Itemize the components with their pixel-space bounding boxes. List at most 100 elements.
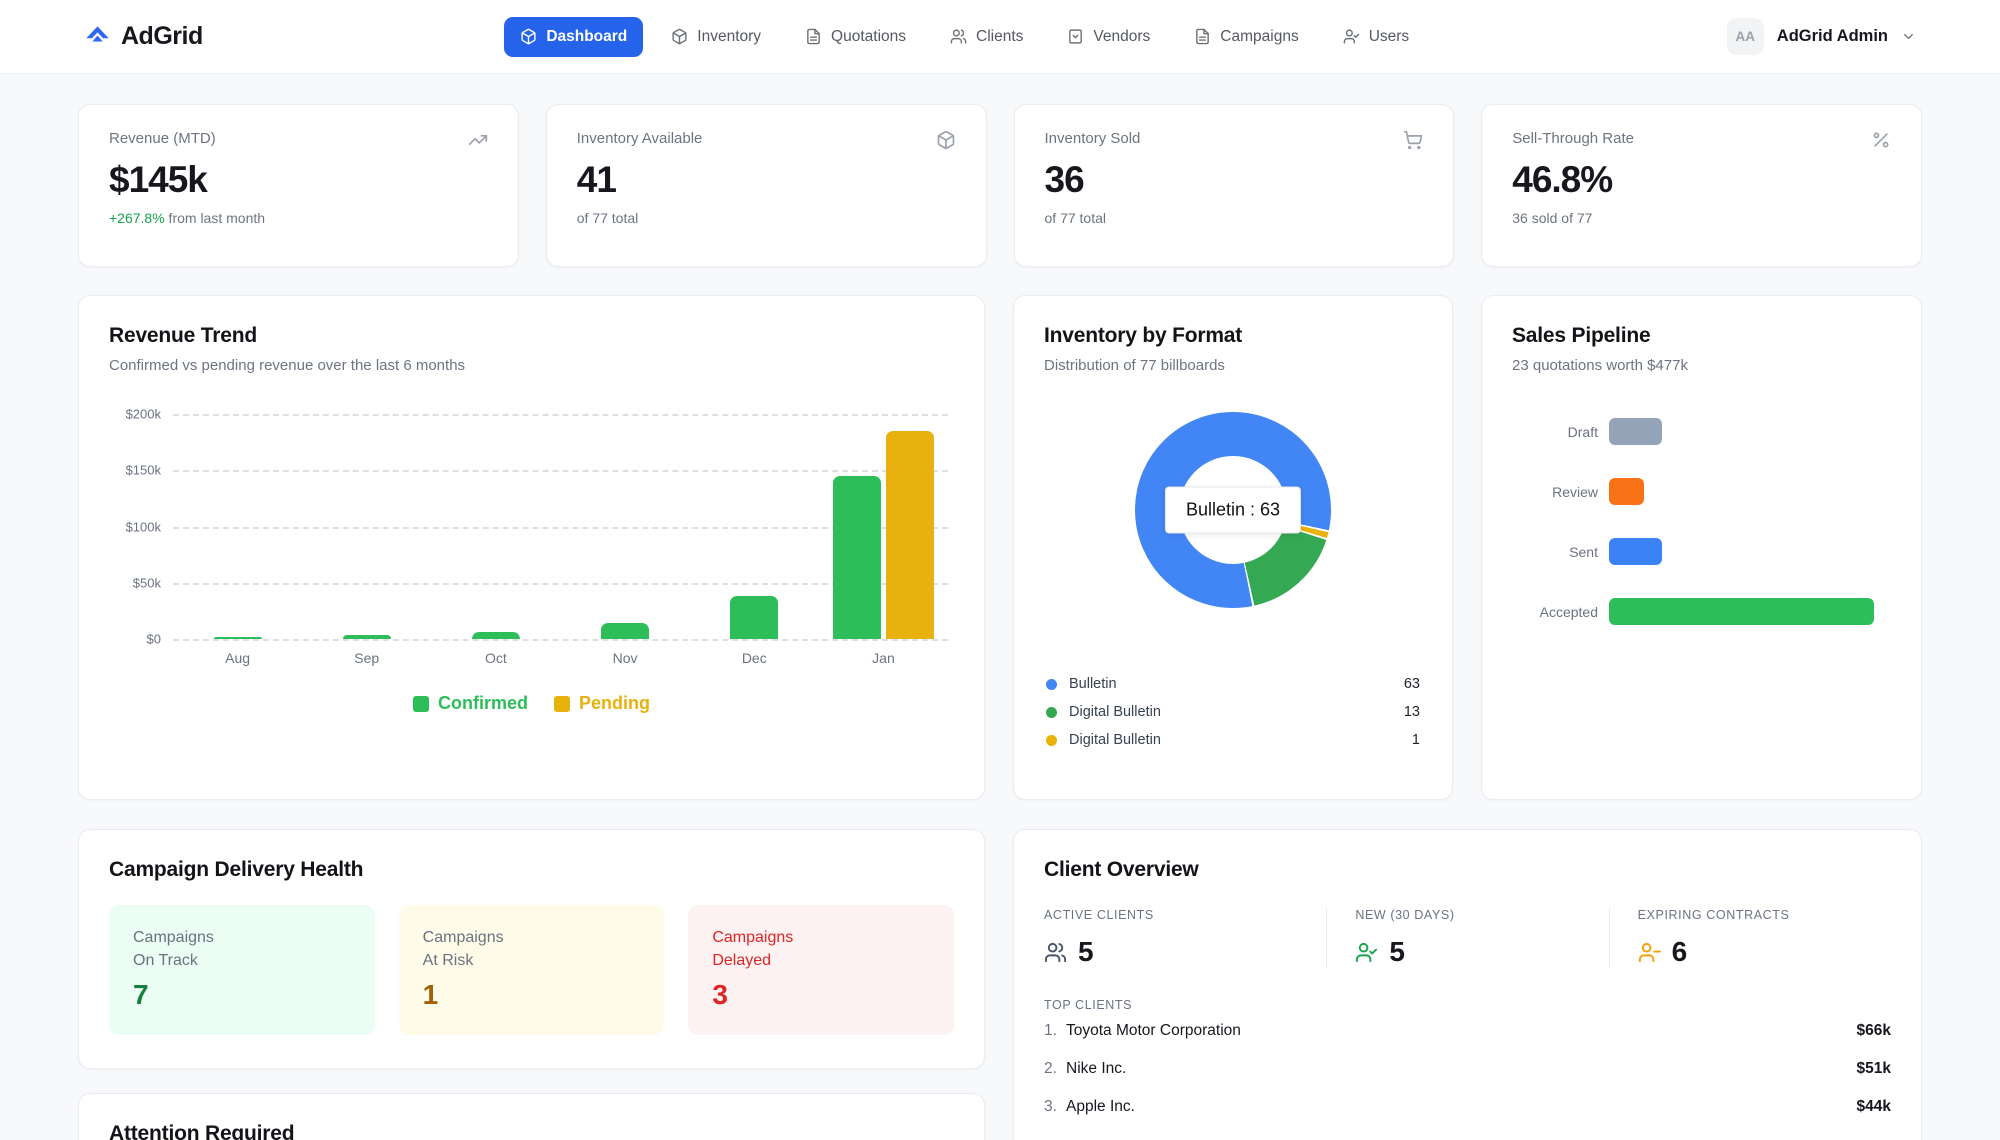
legend-label: Confirmed [438, 693, 528, 714]
pipeline-row-sent: Sent [1512, 538, 1891, 565]
sales-pipeline-subtitle: 23 quotations worth $477k [1512, 357, 1891, 374]
x-axis-label: Aug [173, 650, 302, 666]
kpi-subtext: of 77 total [1045, 210, 1107, 226]
bar-group-jan [819, 414, 948, 639]
donut-legend-row: Digital Bulletin1 [1046, 726, 1420, 754]
inventory-format-card: Inventory by Format Distribution of 77 b… [1013, 295, 1453, 800]
y-axis-label: $200k [126, 407, 161, 422]
revenue-trend-chart: $200k$150k$100k$50k$0AugSepOctNovDecJanC… [109, 414, 954, 714]
pipeline-row-review: Review [1512, 478, 1891, 505]
bar-group-dec [690, 414, 819, 639]
pipeline-bar-accepted[interactable] [1609, 598, 1874, 625]
pipeline-bar-draft[interactable] [1609, 418, 1662, 445]
main-nav: Dashboard Inventory Quotations Clients Vendo… [504, 17, 1425, 57]
bar-group-nov [561, 414, 690, 639]
donut-legend: Bulletin63Digital Bulletin13Digital Bull… [1044, 670, 1422, 754]
top-client-row: 1.Toyota Motor Corporation$66k [1044, 1012, 1891, 1050]
attention-required-title: Attention Required [109, 1122, 954, 1140]
legend-dot [1046, 735, 1057, 746]
nav-item-inventory[interactable]: Inventory [655, 17, 777, 57]
nav-item-dashboard[interactable]: Dashboard [504, 17, 643, 57]
legend-swatch [413, 696, 429, 712]
bar-confirmed-dec[interactable] [730, 596, 778, 639]
campaign-health-card: Campaign Delivery Health CampaignsOn Tra… [78, 829, 985, 1069]
nav-item-vendors[interactable]: Vendors [1051, 17, 1166, 57]
charts-row: Revenue Trend Confirmed vs pending reven… [78, 295, 1922, 800]
kpi-card-revenue-mtd: Revenue (MTD)$145k+267.8% from last mont… [78, 104, 519, 267]
file-text-icon [1194, 28, 1211, 45]
nav-item-label: Quotations [831, 28, 906, 46]
kpi-delta-rest: from last month [165, 210, 265, 226]
bar-group-sep [302, 414, 431, 639]
x-axis: AugSepOctNovDecJan [173, 650, 948, 666]
client-value: $66k [1857, 1022, 1891, 1040]
health-tile-delayed: CampaignsDelayed3 [688, 905, 954, 1035]
x-axis-label: Dec [690, 650, 819, 666]
file-text-icon [805, 28, 822, 45]
top-clients-list: 1.Toyota Motor Corporation$66k2.Nike Inc… [1044, 1012, 1891, 1126]
bar-confirmed-nov[interactable] [601, 623, 649, 639]
percent-icon [1871, 130, 1891, 150]
client-value: $44k [1857, 1098, 1891, 1116]
bar-group-oct [431, 414, 560, 639]
bar-confirmed-oct[interactable] [472, 632, 520, 639]
bar-confirmed-jan[interactable] [833, 476, 881, 639]
nav-item-label: Dashboard [546, 28, 627, 46]
kpi-row: Revenue (MTD)$145k+267.8% from last mont… [78, 104, 1922, 267]
health-tile-on-track: CampaignsOn Track 7 [109, 905, 375, 1035]
user-name: AdGrid Admin [1777, 27, 1888, 46]
campaign-health-title: Campaign Delivery Health [109, 858, 954, 882]
users-icon [1044, 941, 1067, 964]
user-check-icon [1355, 941, 1378, 964]
bottom-row: Campaign Delivery Health CampaignsOn Tra… [78, 829, 1922, 1140]
health-tile-value: 1 [423, 979, 641, 1011]
package-icon [520, 28, 537, 45]
stat-value: 5 [1078, 936, 1094, 968]
bar-pending-jan[interactable] [886, 431, 934, 639]
legend-item-pending[interactable]: Pending [554, 693, 650, 714]
nav-item-clients[interactable]: Clients [934, 17, 1039, 57]
client-name: Nike Inc. [1066, 1060, 1857, 1078]
kpi-value: $145k [109, 159, 488, 201]
nav-item-users[interactable]: Users [1327, 17, 1425, 57]
pipeline-stage-label: Sent [1512, 544, 1598, 560]
bar-confirmed-aug[interactable] [214, 637, 262, 639]
stat-label: ACTIVE CLIENTS [1044, 908, 1306, 922]
y-axis-label: $100k [126, 519, 161, 534]
pipeline-stage-label: Accepted [1512, 604, 1598, 620]
kpi-subtext: of 77 total [577, 210, 639, 226]
kpi-value: 41 [577, 159, 956, 201]
legend-item-confirmed[interactable]: Confirmed [413, 693, 528, 714]
health-tile-value: 7 [133, 979, 351, 1011]
client-rank: 1. [1044, 1022, 1066, 1040]
pipeline-bar-sent[interactable] [1609, 538, 1662, 565]
bar-confirmed-sep[interactable] [343, 635, 391, 640]
sales-pipeline-title: Sales Pipeline [1512, 324, 1891, 348]
x-axis-label: Jan [819, 650, 948, 666]
client-stat-new-30-days-: NEW (30 DAYS)5 [1326, 908, 1608, 968]
health-tile-at-risk: CampaignsAt Risk 1 [399, 905, 665, 1035]
pipeline-bar-review[interactable] [1609, 478, 1644, 505]
kpi-card-inventory-sold: Inventory Sold36of 77 total [1014, 104, 1455, 267]
brand[interactable]: AdGrid [84, 22, 203, 51]
legend-dot [1046, 707, 1057, 718]
chart-legend: Confirmed Pending [115, 693, 948, 714]
client-value: $51k [1857, 1060, 1891, 1078]
nav-item-campaigns[interactable]: Campaigns [1178, 17, 1314, 57]
legend-label: Bulletin [1069, 676, 1392, 692]
nav-item-label: Campaigns [1220, 28, 1298, 46]
bar-group-aug [173, 414, 302, 639]
y-axis-label: $0 [147, 632, 161, 647]
legend-label: Pending [579, 693, 650, 714]
donut-legend-row: Bulletin63 [1046, 670, 1420, 698]
health-tile-label: CampaignsAt Risk [423, 926, 641, 972]
nav-item-quotations[interactable]: Quotations [789, 17, 922, 57]
top-nav: AdGrid Dashboard Inventory Quotations Clien… [0, 0, 2000, 74]
users-icon [950, 28, 967, 45]
health-tile-label: CampaignsDelayed [712, 926, 930, 972]
stat-label: NEW (30 DAYS) [1355, 908, 1588, 922]
revenue-trend-title: Revenue Trend [109, 324, 954, 348]
user-menu[interactable]: AA AdGrid Admin [1727, 18, 1916, 55]
legend-swatch [554, 696, 570, 712]
health-tile-label: CampaignsOn Track [133, 926, 351, 972]
